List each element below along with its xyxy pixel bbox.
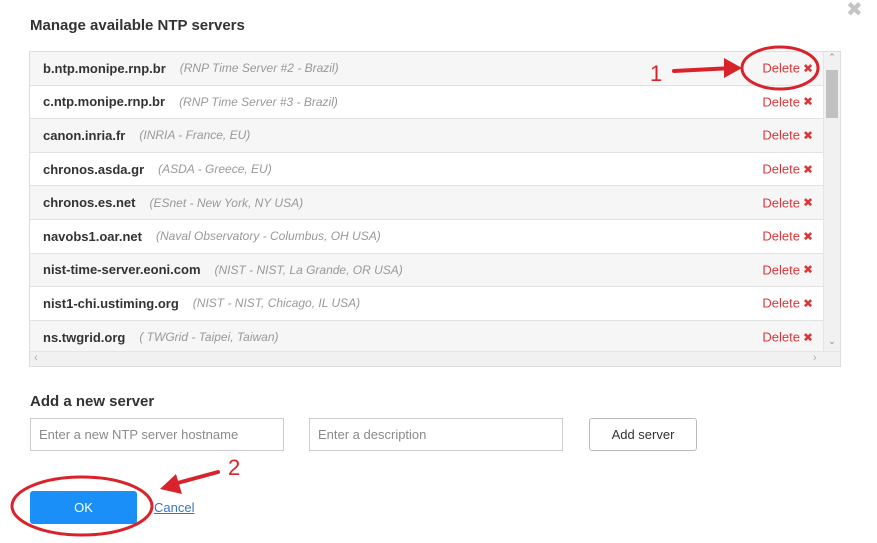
scrollbar-thumb[interactable] bbox=[826, 70, 838, 118]
description-input[interactable] bbox=[309, 418, 563, 451]
delete-x-icon: ✖ bbox=[802, 195, 813, 210]
server-row: navobs1.oar.net (Naval Observatory - Colu… bbox=[30, 220, 825, 254]
scroll-left-icon[interactable]: ‹ bbox=[34, 352, 38, 365]
scroll-right-icon[interactable]: › bbox=[813, 352, 817, 365]
delete-label: Delete bbox=[762, 295, 800, 311]
server-hostname: nist1-chi.ustiming.org bbox=[43, 295, 179, 311]
scroll-up-icon[interactable]: ⌃ bbox=[824, 52, 840, 63]
delete-button[interactable]: Delete ✖ bbox=[762, 94, 813, 109]
delete-label: Delete bbox=[762, 228, 800, 244]
server-description: (ASDA - Greece, EU) bbox=[158, 162, 272, 177]
delete-label: Delete bbox=[762, 161, 800, 177]
server-hostname: navobs1.oar.net bbox=[43, 228, 142, 244]
delete-button[interactable]: Delete ✖ bbox=[762, 61, 813, 76]
server-hostname: chronos.asda.gr bbox=[43, 161, 145, 177]
arrow-2-line bbox=[168, 470, 220, 487]
delete-button[interactable]: Delete ✖ bbox=[762, 162, 813, 177]
server-hostname: c.ntp.monipe.rnp.br bbox=[43, 94, 166, 110]
server-row: nist-time-server.eoni.com (NIST - NIST, L… bbox=[30, 253, 825, 288]
ok-button[interactable]: OK bbox=[30, 491, 137, 524]
delete-button[interactable]: Delete ✖ bbox=[762, 330, 813, 345]
delete-label: Delete bbox=[762, 329, 800, 345]
horizontal-scrollbar[interactable]: ‹ › bbox=[30, 351, 840, 366]
delete-button[interactable]: Delete ✖ bbox=[762, 296, 813, 311]
delete-x-icon: ✖ bbox=[802, 330, 813, 345]
server-row: canon.inria.fr (INRIA - France, EU) Delete… bbox=[30, 119, 825, 153]
delete-button[interactable]: Delete ✖ bbox=[762, 229, 813, 244]
server-rows: b.ntp.monipe.rnp.br (RNP Time Server #2 -… bbox=[30, 52, 825, 352]
annotation-marker-1: 1 bbox=[650, 61, 663, 86]
server-hostname: b.ntp.monipe.rnp.br bbox=[43, 60, 166, 76]
delete-label: Delete bbox=[762, 195, 800, 211]
server-row: b.ntp.monipe.rnp.br (RNP Time Server #2 -… bbox=[30, 52, 825, 86]
server-description: ( TWGrid - Taipei, Taiwan) bbox=[139, 330, 279, 345]
vertical-scrollbar[interactable]: ⌃ ⌄ bbox=[823, 52, 840, 352]
delete-x-icon: ✖ bbox=[802, 229, 813, 244]
server-description: (RNP Time Server #3 - Brazil) bbox=[179, 94, 338, 109]
server-hostname: chronos.es.net bbox=[43, 195, 136, 211]
delete-label: Delete bbox=[762, 262, 800, 278]
delete-button[interactable]: Delete ✖ bbox=[762, 128, 813, 143]
server-description: (ESnet - New York, NY USA) bbox=[149, 195, 304, 210]
delete-label: Delete bbox=[762, 127, 800, 143]
server-hostname: nist-time-server.eoni.com bbox=[43, 262, 201, 278]
server-description: (INRIA - France, EU) bbox=[139, 128, 251, 143]
delete-x-icon: ✖ bbox=[802, 162, 813, 177]
delete-x-icon: ✖ bbox=[802, 262, 813, 277]
arrow-2-head bbox=[160, 474, 182, 494]
server-hostname: ns.twgrid.org bbox=[43, 329, 126, 345]
hostname-input[interactable] bbox=[30, 418, 284, 451]
dialog-title: Manage available NTP servers bbox=[30, 17, 245, 34]
add-server-heading: Add a new server bbox=[30, 393, 155, 410]
server-row: chronos.asda.gr (ASDA - Greece, EU) Delete… bbox=[30, 153, 825, 187]
server-hostname: canon.inria.fr bbox=[43, 127, 126, 143]
delete-x-icon: ✖ bbox=[802, 296, 813, 311]
server-row: chronos.es.net (ESnet - New York, NY USA)… bbox=[30, 186, 825, 220]
scroll-down-icon[interactable]: ⌄ bbox=[824, 336, 840, 347]
annotation-marker-2: 2 bbox=[228, 455, 241, 480]
delete-button[interactable]: Delete ✖ bbox=[762, 195, 813, 210]
delete-label: Delete bbox=[762, 94, 800, 110]
server-description: (Naval Observatory - Columbus, OH USA) bbox=[155, 229, 381, 244]
delete-label: Delete bbox=[762, 60, 800, 76]
server-row: ns.twgrid.org ( TWGrid - Taipei, Taiwan) D… bbox=[30, 320, 825, 352]
delete-x-icon: ✖ bbox=[802, 94, 813, 109]
server-description: (NIST - NIST, La Grande, OR USA) bbox=[214, 262, 403, 277]
delete-button[interactable]: Delete ✖ bbox=[762, 262, 813, 277]
server-row: c.ntp.monipe.rnp.br (RNP Time Server #3 -… bbox=[30, 86, 825, 120]
server-description: (NIST - NIST, Chicago, IL USA) bbox=[192, 296, 361, 311]
cancel-link[interactable]: Cancel bbox=[154, 500, 194, 515]
server-description: (RNP Time Server #2 - Brazil) bbox=[179, 61, 339, 76]
delete-x-icon: ✖ bbox=[802, 128, 813, 143]
server-row: nist1-chi.ustiming.org (NIST - NIST, Chic… bbox=[30, 287, 825, 321]
add-server-button[interactable]: Add server bbox=[589, 418, 697, 451]
server-list: b.ntp.monipe.rnp.br (RNP Time Server #2 -… bbox=[29, 51, 841, 367]
close-icon[interactable]: ✖ bbox=[846, 0, 863, 20]
delete-x-icon: ✖ bbox=[802, 61, 813, 76]
